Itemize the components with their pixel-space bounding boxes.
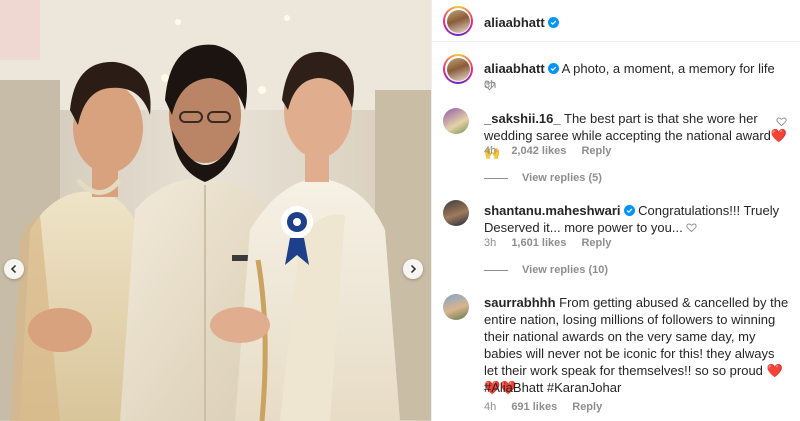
comment-item: _sakshii.16_ The best part is that she w… bbox=[432, 108, 800, 188]
view-replies-label: View replies (5) bbox=[522, 172, 602, 184]
author-username[interactable]: aliaabhatt bbox=[484, 15, 545, 30]
reply-button[interactable]: Reply bbox=[572, 401, 602, 413]
commenter-avatar[interactable] bbox=[443, 294, 469, 320]
chevron-right-icon bbox=[410, 264, 417, 274]
caption-body: A photo, a moment, a memory for life bbox=[561, 61, 775, 76]
comment-hashtags[interactable]: #AliaBhatt #KaranJohar bbox=[484, 379, 789, 396]
view-replies-label: View replies (10) bbox=[522, 264, 609, 276]
comment-likes[interactable]: 691 likes bbox=[511, 401, 557, 413]
instagram-post: aliaabhatt aliaabhatt A photo, a moment,… bbox=[0, 0, 800, 421]
verified-badge-icon bbox=[547, 63, 559, 74]
comment-time: 4h bbox=[484, 145, 497, 157]
comment-username[interactable]: shantanu.maheshwari bbox=[484, 203, 621, 218]
post-header: aliaabhatt bbox=[432, 0, 800, 42]
carousel-next-button[interactable] bbox=[403, 259, 423, 279]
comment-time: 3h bbox=[484, 237, 497, 249]
caption-avatar[interactable] bbox=[443, 54, 473, 84]
comment-time: 4h bbox=[484, 401, 497, 413]
post-photo[interactable] bbox=[0, 0, 431, 421]
heart-outline-icon[interactable] bbox=[776, 116, 787, 127]
comment-likes[interactable]: 1,601 likes bbox=[511, 237, 566, 249]
commenter-avatar[interactable] bbox=[443, 200, 469, 226]
post-sidebar: aliaabhatt aliaabhatt A photo, a moment,… bbox=[431, 0, 800, 421]
caption-meta: 3h bbox=[484, 79, 508, 91]
caption-username[interactable]: aliaabhatt bbox=[484, 61, 545, 76]
verified-badge-icon bbox=[623, 205, 635, 216]
author-avatar[interactable] bbox=[443, 6, 473, 36]
reply-button[interactable]: Reply bbox=[581, 145, 611, 157]
carousel-previous-button[interactable] bbox=[4, 259, 24, 279]
caption-text: aliaabhatt A photo, a moment, a memory f… bbox=[484, 60, 789, 94]
view-replies-button[interactable]: View replies (10) bbox=[484, 264, 608, 276]
author-name-row: aliaabhatt bbox=[484, 14, 559, 32]
comment-username[interactable]: saurrabhhh bbox=[484, 295, 556, 310]
comment-item: shantanu.maheshwari Congratulations!!! T… bbox=[432, 200, 800, 280]
commenter-avatar[interactable] bbox=[443, 108, 469, 134]
caption-time: 3h bbox=[484, 79, 497, 91]
post-image bbox=[0, 0, 431, 421]
comment-text: shantanu.maheshwari Congratulations!!! T… bbox=[484, 202, 789, 236]
reply-button[interactable]: Reply bbox=[581, 237, 611, 249]
chevron-left-icon bbox=[10, 264, 17, 274]
comment-meta: 4h 2,042 likes Reply bbox=[484, 145, 623, 157]
verified-badge-icon bbox=[547, 17, 559, 28]
comment-likes[interactable]: 2,042 likes bbox=[511, 145, 566, 157]
view-replies-button[interactable]: View replies (5) bbox=[484, 172, 602, 184]
comment-meta: 4h 691 likes Reply bbox=[484, 401, 614, 413]
comment-item: saurrabhhh From getting abused & cancell… bbox=[432, 294, 800, 418]
caption-row: aliaabhatt A photo, a moment, a memory f… bbox=[432, 54, 800, 91]
heart-outline-icon bbox=[686, 223, 697, 233]
comment-username[interactable]: _sakshii.16_ bbox=[484, 111, 561, 126]
comment-meta: 3h 1,601 likes Reply bbox=[484, 237, 623, 249]
